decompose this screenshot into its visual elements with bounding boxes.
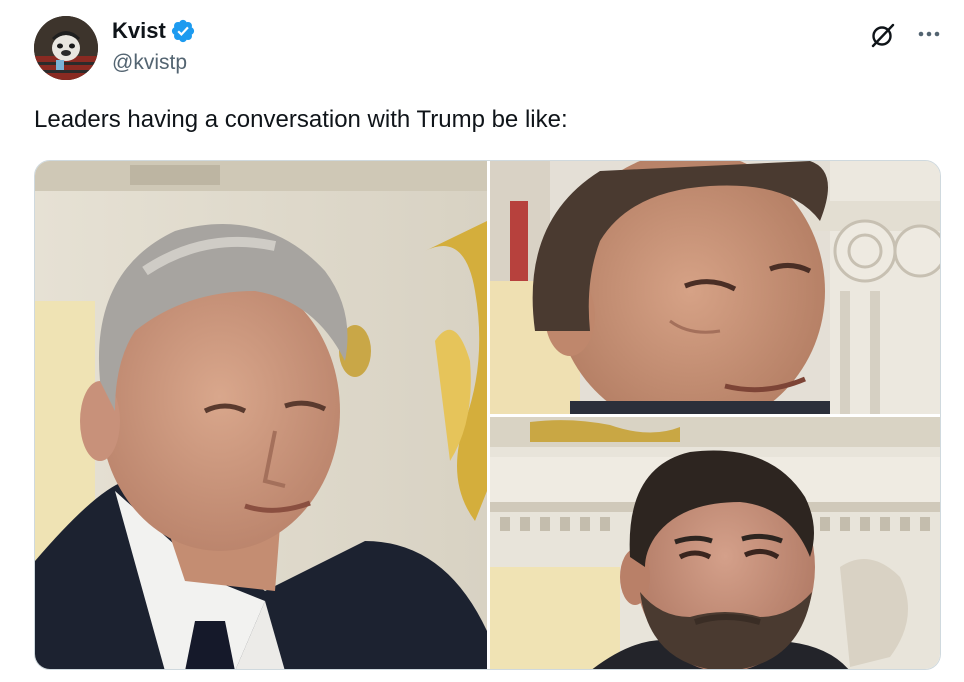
author-handle[interactable]: @kvistp: [112, 50, 187, 76]
photo-left[interactable]: [35, 161, 487, 669]
avatar[interactable]: [34, 16, 98, 80]
grok-icon[interactable]: [868, 20, 898, 50]
tweet-text: Leaders having a conversation with Trump…: [34, 106, 568, 133]
photo-top-right[interactable]: [490, 161, 940, 414]
media-grid: [34, 160, 941, 670]
display-name[interactable]: Kvist: [112, 17, 166, 45]
tweet: Kvist @kvistp Leaders having a conversat…: [0, 0, 964, 682]
author-name-row[interactable]: Kvist: [112, 16, 196, 46]
man-smiling-photo: [490, 161, 940, 414]
verified-badge-icon: [170, 18, 196, 44]
man-gray-hair-suit-photo: [35, 161, 487, 669]
avatar-image: [34, 16, 98, 80]
more-options-icon[interactable]: [912, 20, 946, 50]
photo-bottom-right[interactable]: [490, 417, 940, 669]
bearded-man-photo: [490, 417, 940, 669]
